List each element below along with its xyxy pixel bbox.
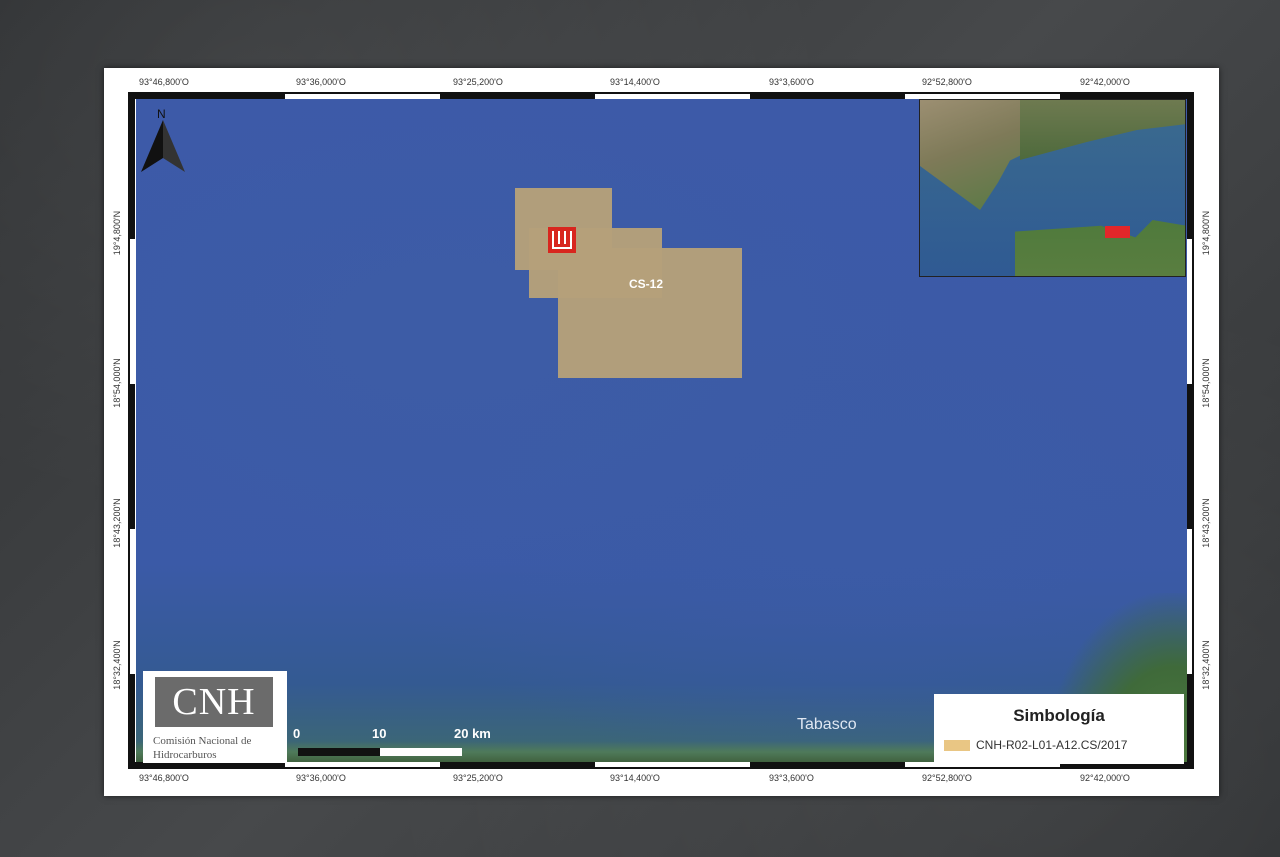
coord-bottom-6: 92°52,800'O — [922, 773, 972, 783]
scale-label-10: 10 — [372, 726, 387, 741]
scale-label-0: 0 — [293, 726, 301, 741]
cnh-logo-mark: CNH — [155, 677, 273, 727]
coord-top-5: 93°3,600'O — [769, 77, 814, 87]
scale-bar — [298, 748, 462, 756]
cnh-logo-name: Comisión Nacional de Hidrocarburos — [153, 735, 252, 761]
coord-top-2: 93°36,000'O — [296, 77, 346, 87]
scale-label-20: 20 km — [454, 726, 491, 741]
coord-right-4: 18°32,400'N — [1201, 640, 1211, 690]
cnh-logo: CNH Comisión Nacional de Hidrocarburos — [143, 671, 287, 763]
coord-top-1: 93°46,800'O — [139, 77, 189, 87]
coord-left-4: 18°32,400'N — [112, 640, 122, 690]
north-arrow-icon: N — [141, 107, 185, 172]
legend-swatch — [944, 740, 970, 751]
coord-bottom-3: 93°25,200'O — [453, 773, 503, 783]
north-label: N — [157, 107, 166, 121]
coord-bottom-4: 93°14,400'O — [610, 773, 660, 783]
legend-item-label: CNH-R02-L01-A12.CS/2017 — [976, 738, 1128, 752]
coord-left-1: 19°4,800'N — [112, 210, 122, 256]
coord-bottom-7: 92°42,000'O — [1080, 773, 1130, 783]
coord-top-6: 92°52,800'O — [922, 77, 972, 87]
coord-top-4: 93°14,400'O — [610, 77, 660, 87]
coord-left-3: 18°43,200'N — [112, 498, 122, 548]
frame-right-ticks — [1187, 94, 1192, 767]
coord-top-7: 92°42,000'O — [1080, 77, 1130, 87]
place-label-tabasco: Tabasco — [797, 716, 857, 733]
map-frame — [128, 92, 1194, 769]
legend-title: Simbología — [1013, 706, 1105, 725]
coord-top-3: 93°25,200'O — [453, 77, 503, 87]
coord-right-3: 18°43,200'N — [1201, 498, 1211, 548]
coord-bottom-1: 93°46,800'O — [139, 773, 189, 783]
frame-top-ticks — [130, 94, 1192, 99]
coord-left-2: 18°54,000'N — [112, 358, 122, 408]
coord-right-1: 19°4,800'N — [1201, 210, 1211, 256]
coord-right-2: 18°54,000'N — [1201, 358, 1211, 408]
frame-left-ticks — [130, 94, 135, 767]
coord-bottom-5: 93°3,600'O — [769, 773, 814, 783]
coord-bottom-2: 93°36,000'O — [296, 773, 346, 783]
legend-box: Simbología CNH-R02-L01-A12.CS/2017 — [934, 694, 1184, 764]
